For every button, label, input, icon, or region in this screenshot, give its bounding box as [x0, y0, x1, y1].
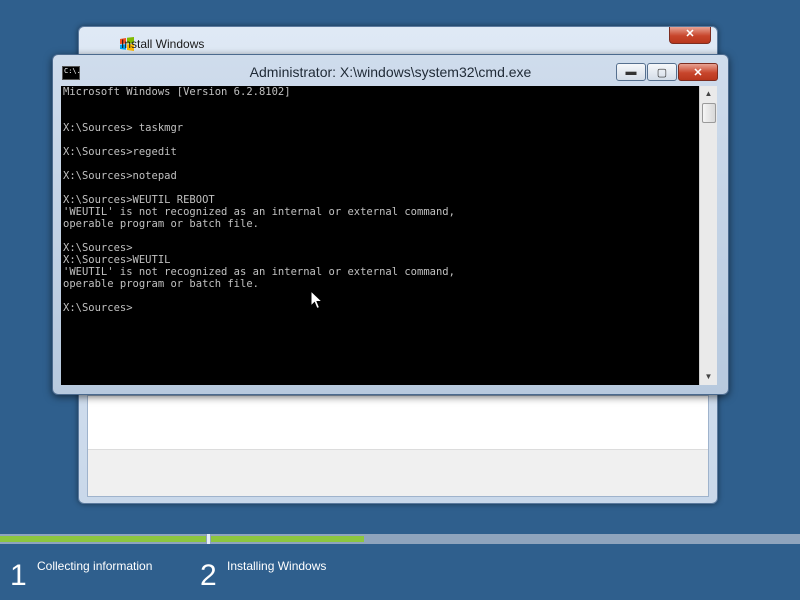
step-label: Collecting information — [37, 559, 153, 573]
console-line: Microsoft Windows [Version 6.2.8102] — [63, 86, 291, 98]
console-line: X:\Sources> — [63, 302, 133, 314]
console-line: 'WEUTIL' is not recognized as an interna… — [63, 206, 455, 218]
progress-separator — [207, 534, 210, 544]
step-number: 2 — [200, 559, 217, 592]
install-close-button[interactable]: ✕ — [669, 27, 711, 44]
install-content-panel — [87, 395, 709, 497]
install-window-title: Install Windows — [121, 37, 205, 51]
scrollbar[interactable]: ▲ ▼ — [699, 86, 717, 385]
console-line: operable program or batch file. — [63, 278, 259, 290]
console-line: X:\Sources>WEUTIL — [63, 254, 171, 266]
console-output[interactable]: Microsoft Windows [Version 6.2.8102] X:\S… — [61, 86, 699, 385]
mouse-cursor-icon — [310, 290, 324, 310]
console-line: X:\Sources>regedit — [63, 146, 177, 158]
console-line: 'WEUTIL' is not recognized as an interna… — [63, 266, 455, 278]
console-line: X:\Sources> — [63, 242, 133, 254]
maximize-button[interactable]: ▢ — [647, 63, 677, 81]
cmd-window[interactable]: C:\. Administrator: X:\windows\system32\… — [52, 54, 729, 395]
console-line: X:\Sources>notepad — [63, 170, 177, 182]
minimize-button[interactable]: ▬ — [616, 63, 646, 81]
install-footer — [88, 449, 708, 496]
console-line: X:\Sources>WEUTIL REBOOT — [63, 194, 215, 206]
scroll-up-arrow-icon[interactable]: ▲ — [700, 86, 717, 102]
step-number: 1 — [10, 559, 27, 592]
setup-progress-bar — [0, 534, 800, 544]
scroll-down-arrow-icon[interactable]: ▼ — [700, 369, 717, 385]
close-button[interactable]: ✕ — [678, 63, 718, 81]
step-label: Installing Windows — [227, 559, 327, 573]
progress-step2-fill — [211, 536, 364, 542]
window-controls: ▬ ▢ ✕ — [616, 63, 718, 81]
console-line: X:\Sources> taskmgr — [63, 122, 184, 134]
console-line: operable program or batch file. — [63, 218, 259, 230]
progress-step1-fill — [0, 536, 206, 542]
scroll-thumb[interactable] — [702, 103, 716, 123]
